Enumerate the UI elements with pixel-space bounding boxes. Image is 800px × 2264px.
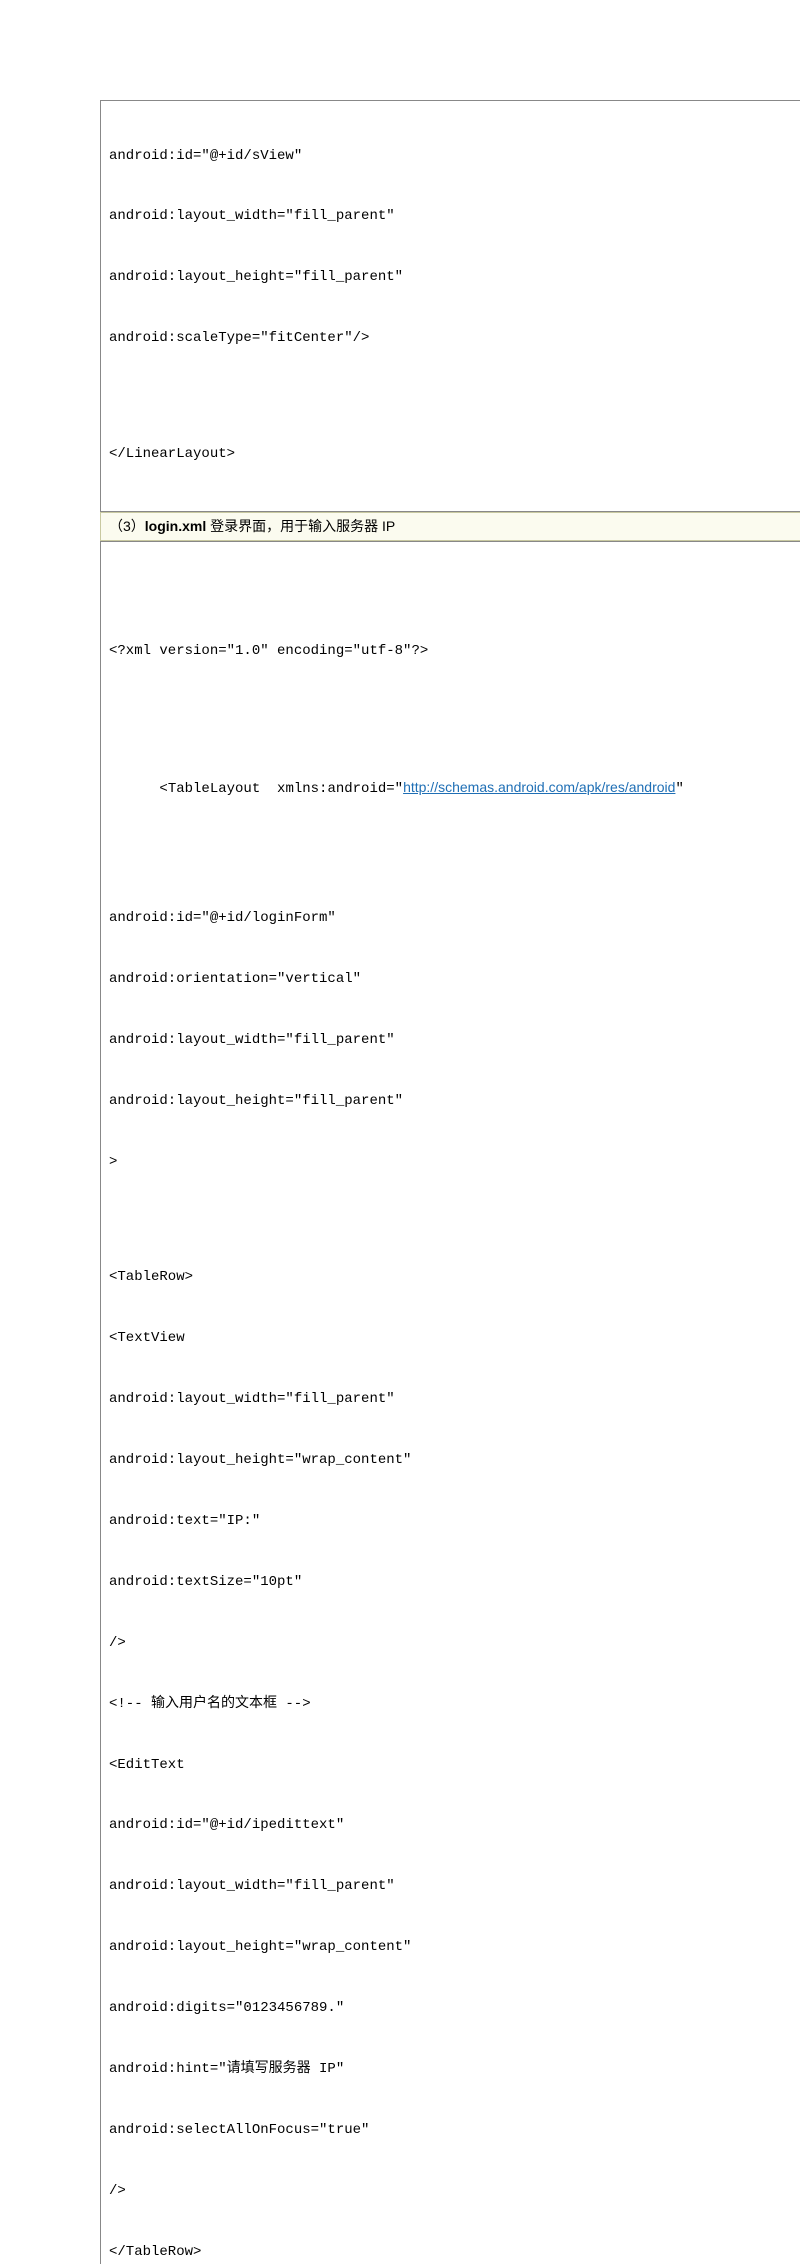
code-line: android:scaleType="fitCenter"/> bbox=[109, 328, 800, 348]
code-line: android:layout_width="fill_parent" bbox=[109, 206, 800, 226]
code-line: android:layout_height="fill_parent" bbox=[109, 267, 800, 287]
code-line: /> bbox=[109, 1633, 800, 1653]
code-block-1: android:id="@+id/sView" android:layout_w… bbox=[100, 100, 800, 512]
code-line: <TableRow> bbox=[109, 1267, 800, 1287]
code-line: </LinearLayout> bbox=[109, 444, 800, 464]
code-line: android:layout_height="fill_parent" bbox=[109, 1091, 800, 1111]
code-line: android:orientation="vertical" bbox=[109, 969, 800, 989]
code-line: android:selectAllOnFocus="true" bbox=[109, 2120, 800, 2140]
code-line: /> bbox=[109, 2181, 800, 2201]
schema-url-link[interactable]: http://schemas.android.com/apk/res/andro… bbox=[403, 779, 675, 795]
code-line: <!-- 输入用户名的文本框 --> bbox=[109, 1694, 800, 1714]
code-line: android:id="@+id/loginForm" bbox=[109, 908, 800, 928]
code-line: android:textSize="10pt" bbox=[109, 1572, 800, 1592]
code-line: > bbox=[109, 1152, 800, 1172]
code-line: android:text="IP:" bbox=[109, 1511, 800, 1531]
code-line: android:digits="0123456789." bbox=[109, 1998, 800, 2018]
code-line: <TextView bbox=[109, 1328, 800, 1348]
code-line: android:layout_width="fill_parent" bbox=[109, 1876, 800, 1896]
code-line: android:hint="请填写服务器 IP" bbox=[109, 2059, 800, 2079]
code-line: </TableRow> bbox=[109, 2242, 800, 2262]
code-line: android:id="@+id/ipedittext" bbox=[109, 1815, 800, 1835]
section-heading-3: （3）login.xml 登录界面，用于输入服务器 IP bbox=[100, 512, 800, 541]
code-line: android:layout_width="fill_parent" bbox=[109, 1030, 800, 1050]
code-line: android:layout_width="fill_parent" bbox=[109, 1389, 800, 1409]
code-line: android:id="@+id/sView" bbox=[109, 146, 800, 166]
code-block-2: <?xml version="1.0" encoding="utf-8"?> <… bbox=[100, 541, 800, 2264]
heading-text: （3）login.xml 登录界面，用于输入服务器 IP bbox=[109, 518, 395, 534]
code-line: android:layout_height="wrap_content" bbox=[109, 1937, 800, 1957]
code-line: android:layout_height="wrap_content" bbox=[109, 1450, 800, 1470]
code-line: <EditText bbox=[109, 1755, 800, 1775]
code-line: <?xml version="1.0" encoding="utf-8"?> bbox=[109, 641, 800, 661]
code-line: <TableLayout xmlns:android="http://schem… bbox=[109, 756, 800, 819]
